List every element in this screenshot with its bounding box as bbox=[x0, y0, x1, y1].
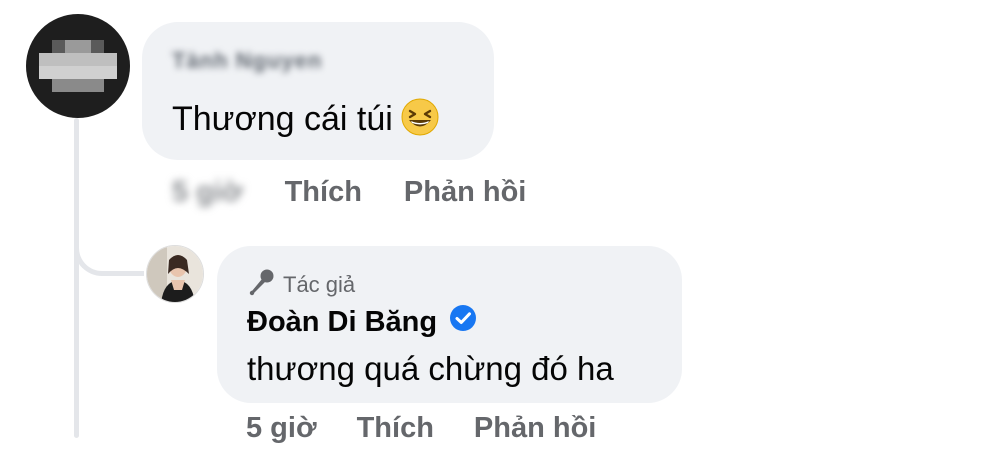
reply-author: Đoàn Di Băng bbox=[247, 304, 477, 340]
reply-bubble: Tác giả Đoàn Di Băng thương quá chừng đó… bbox=[217, 246, 682, 403]
reply-like-button[interactable]: Thích bbox=[357, 412, 434, 452]
author-photo-icon bbox=[147, 246, 203, 302]
thread-connector bbox=[74, 200, 144, 276]
comment-actions: 5 giờ Thích Phản hồi bbox=[172, 170, 526, 214]
comment-bubble: Tành Nguyen Thương cái túi bbox=[142, 22, 494, 160]
reply-timestamp[interactable]: 5 giờ bbox=[246, 412, 317, 452]
avatar[interactable] bbox=[26, 14, 130, 118]
comment-text: Thương cái túi bbox=[172, 98, 439, 145]
comment-author-name[interactable]: Tành Nguyen bbox=[172, 48, 322, 74]
author-badge-label: Tác giả bbox=[283, 272, 356, 297]
author-badge: Tác giả bbox=[247, 268, 355, 302]
verified-badge-icon bbox=[449, 304, 477, 340]
reply-actions: 5 giờ Thích Phản hồi bbox=[246, 412, 596, 452]
comment-text-content: Thương cái túi bbox=[172, 100, 393, 138]
reply-author-name[interactable]: Đoàn Di Băng bbox=[247, 306, 437, 339]
reply-button[interactable]: Phản hồi bbox=[404, 176, 526, 209]
like-button[interactable]: Thích bbox=[285, 176, 362, 209]
thread-line bbox=[74, 118, 79, 438]
grinning-squinting-face-icon bbox=[401, 98, 439, 145]
microphone-icon bbox=[247, 268, 275, 302]
pixelated-avatar-icon bbox=[26, 14, 130, 118]
reply-avatar[interactable] bbox=[146, 245, 204, 303]
reply-text: thương quá chừng đó ha bbox=[247, 350, 614, 387]
reply-reply-button[interactable]: Phản hồi bbox=[474, 412, 596, 452]
comment-timestamp[interactable]: 5 giờ bbox=[172, 176, 243, 209]
